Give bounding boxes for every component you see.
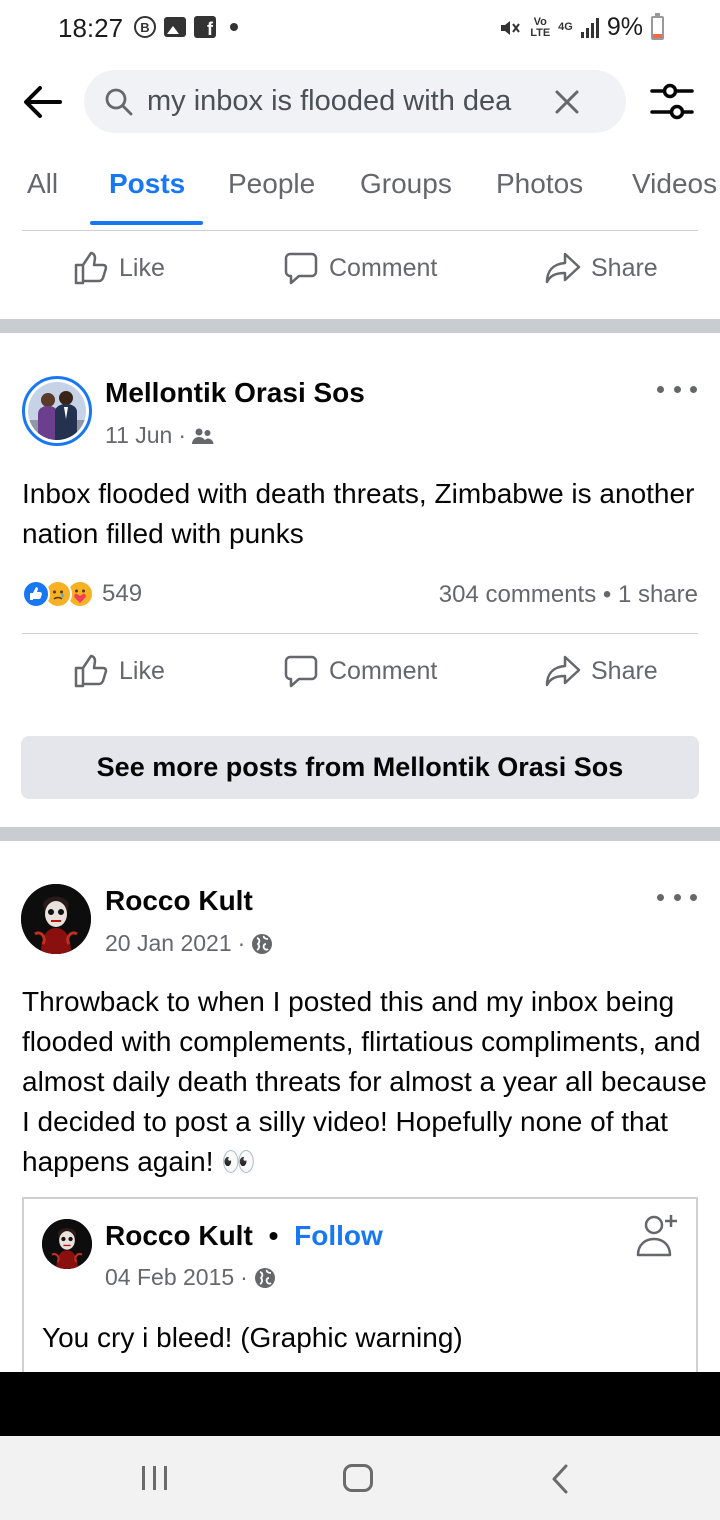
like-reaction-icon [22, 580, 50, 608]
share-icon [545, 655, 581, 687]
network-type-icon: 4G [558, 21, 573, 33]
post-date: 11 Jun [105, 422, 173, 448]
tab-photos[interactable]: Photos [496, 168, 583, 200]
search-tabs: All Posts People Groups Photos Videos [0, 150, 720, 230]
mute-icon [501, 20, 521, 35]
meta-separator: · [237, 930, 246, 956]
comments-shares-count[interactable]: 304 comments • 1 share [439, 581, 698, 609]
reaction-count: 549 [102, 580, 143, 607]
more-options-icon[interactable] [657, 379, 697, 399]
share-icon [545, 252, 581, 284]
tab-all[interactable]: All [27, 168, 58, 200]
avatar[interactable] [22, 376, 92, 446]
tab-posts[interactable]: Posts [109, 168, 185, 200]
comment-icon [284, 655, 318, 688]
divider [22, 633, 698, 634]
profile-photo [21, 884, 91, 954]
battery-percent: 9% [606, 13, 643, 41]
reactions-summary[interactable]: 549 [22, 580, 142, 608]
recent-apps-icon[interactable] [142, 1466, 167, 1490]
filter-icon[interactable] [650, 82, 694, 122]
nav-back-icon[interactable] [548, 1464, 572, 1494]
share-button[interactable]: Share [545, 653, 658, 689]
post-meta: 11 Jun · [105, 422, 214, 449]
avatar[interactable] [21, 884, 91, 954]
follow-separator: • [268, 1220, 279, 1251]
system-navigation-bar [0, 1436, 720, 1520]
comment-label: Comment [329, 656, 438, 685]
comment-icon [284, 252, 318, 285]
clear-search-icon[interactable] [552, 87, 582, 117]
status-bar: 18:27 B f Vo LTE 4G 9% [0, 0, 720, 58]
meta-separator: · [240, 1264, 248, 1290]
notification-icons: B f [134, 16, 238, 38]
share-label: Share [591, 656, 658, 685]
post-date: 20 Jan 2021 [105, 930, 232, 956]
meta-separator: · [178, 422, 187, 448]
section-separator [0, 319, 720, 333]
post-text: Throwback to when I posted this and my i… [22, 986, 707, 1177]
facebook-icon: f [194, 16, 216, 38]
comment-button[interactable]: Comment [283, 250, 437, 286]
video-placeholder [0, 1372, 720, 1436]
post-actions: Like Comment Share [0, 240, 720, 300]
search-icon [105, 88, 133, 116]
shared-post-text: You cry i bleed! (Graphic warning) [42, 1322, 463, 1353]
thumbs-up-icon [74, 251, 108, 285]
search-input[interactable]: my inbox is flooded with dea [84, 70, 626, 133]
signal-icon [580, 17, 599, 38]
status-time: 18:27 [58, 13, 124, 43]
shared-post-author[interactable]: Rocco Kult [105, 1220, 253, 1251]
add-friend-icon[interactable] [636, 1213, 678, 1257]
b-circle-icon: B [134, 16, 156, 38]
globe-icon [254, 1267, 275, 1288]
avatar[interactable] [42, 1219, 92, 1269]
shared-author-line: Rocco Kult • Follow [105, 1220, 383, 1252]
share-label: Share [591, 253, 658, 282]
section-separator [0, 827, 720, 841]
profile-photo [28, 382, 86, 440]
globe-icon [252, 933, 273, 954]
comment-label: Comment [329, 253, 438, 282]
post-text: Inbox flooded with death threats, Zimbab… [22, 478, 695, 549]
like-button[interactable]: Like [73, 250, 165, 286]
dot-icon [230, 23, 238, 31]
search-query[interactable]: my inbox is flooded with dea [147, 84, 547, 118]
shared-post-date: 04 Feb 2015 [105, 1264, 235, 1290]
shared-post-meta: 04 Feb 2015 · [105, 1264, 276, 1291]
system-status-icons: Vo LTE 4G 9% [498, 12, 664, 42]
battery-icon [651, 12, 664, 40]
home-icon[interactable] [343, 1464, 373, 1492]
more-options-icon[interactable] [657, 887, 697, 907]
active-tab-indicator [90, 221, 203, 225]
share-button[interactable]: Share [545, 250, 658, 286]
shared-post[interactable]: Rocco Kult • Follow 04 Feb 2015 · You cr… [22, 1197, 698, 1397]
comment-button[interactable]: Comment [283, 653, 437, 689]
post-actions: Like Comment Share [0, 643, 720, 703]
see-more-posts-button[interactable]: See more posts from Mellontik Orasi Sos [21, 736, 699, 799]
post-author[interactable]: Rocco Kult [105, 885, 253, 917]
volte-icon: Vo LTE [530, 15, 551, 39]
tab-videos[interactable]: Videos [632, 168, 717, 200]
divider [22, 230, 698, 231]
post-meta: 20 Jan 2021 · [105, 930, 273, 957]
post-author[interactable]: Mellontik Orasi Sos [105, 377, 365, 409]
follow-button[interactable]: Follow [294, 1220, 383, 1251]
like-label: Like [119, 656, 165, 685]
like-button[interactable]: Like [73, 653, 165, 689]
back-button[interactable] [20, 80, 64, 124]
friends-icon [192, 428, 214, 444]
like-label: Like [119, 253, 165, 282]
profile-photo [42, 1219, 92, 1269]
tab-people[interactable]: People [228, 168, 315, 200]
tab-groups[interactable]: Groups [360, 168, 452, 200]
thumbs-up-icon [74, 654, 108, 688]
gallery-icon [164, 17, 186, 37]
back-arrow-icon [24, 86, 62, 118]
